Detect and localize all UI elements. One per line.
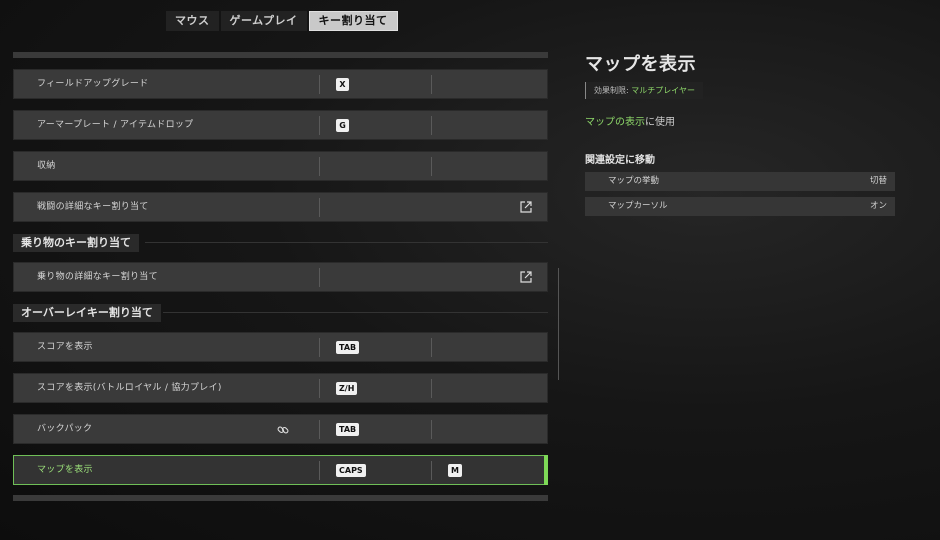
section-header-vehicle: 乗り物のキー割り当て bbox=[13, 234, 139, 252]
divider bbox=[431, 420, 432, 439]
list-top-edge bbox=[13, 52, 548, 58]
tab-bar: マウス ゲームプレイ キー割り当て bbox=[166, 11, 398, 31]
row-vehicle-detailed[interactable]: 乗り物の詳細なキー割り当て bbox=[13, 262, 548, 292]
selection-indicator bbox=[544, 455, 548, 485]
row-armor-plate[interactable]: アーマープレート / アイテムドロップ G bbox=[13, 110, 548, 140]
scrollbar[interactable] bbox=[558, 268, 559, 380]
row-label: フィールドアップグレード bbox=[37, 79, 149, 89]
divider bbox=[319, 268, 320, 287]
primary-key-slot[interactable]: CAPS bbox=[336, 464, 366, 477]
related-setting-map-behavior[interactable]: マップの挙動 切替 bbox=[585, 172, 895, 191]
row-label: 収納 bbox=[37, 161, 56, 171]
divider bbox=[431, 157, 432, 176]
usage-suffix: に使用 bbox=[645, 117, 675, 128]
divider bbox=[319, 420, 320, 439]
primary-key-slot[interactable]: Z/H bbox=[336, 382, 358, 395]
primary-key-slot[interactable]: TAB bbox=[336, 341, 360, 354]
divider bbox=[319, 198, 320, 217]
row-stow[interactable]: 収納 bbox=[13, 151, 548, 181]
row-field-upgrade[interactable]: フィールドアップグレード X bbox=[13, 69, 548, 99]
link-icon bbox=[277, 426, 289, 434]
effect-restriction-badge: 効果制限: マルチプレイヤー bbox=[585, 82, 704, 99]
divider bbox=[431, 75, 432, 94]
row-label: スコアを表示 bbox=[37, 342, 93, 352]
detail-panel: マップを表示 効果制限: マルチプレイヤー マップの表示に使用 関連設定に移動 … bbox=[585, 50, 895, 216]
section-divider bbox=[145, 242, 548, 243]
row-label: バックパック bbox=[37, 424, 93, 434]
related-setting-value: 切替 bbox=[869, 176, 887, 186]
related-setting-name: マップの挙動 bbox=[608, 176, 660, 186]
usage-description: マップの表示に使用 bbox=[585, 113, 895, 128]
divider bbox=[319, 379, 320, 398]
divider bbox=[431, 116, 432, 135]
external-link-icon[interactable] bbox=[520, 201, 532, 213]
divider bbox=[319, 338, 320, 357]
row-show-score-br[interactable]: スコアを表示(バトルロイヤル / 協力プレイ) Z/H bbox=[13, 373, 548, 403]
list-bottom-edge bbox=[13, 495, 548, 501]
row-backpack[interactable]: バックパック TAB bbox=[13, 414, 548, 444]
divider bbox=[319, 116, 320, 135]
divider bbox=[319, 461, 320, 480]
related-settings-title: 関連設定に移動 bbox=[585, 155, 655, 166]
tab-keybinds[interactable]: キー割り当て bbox=[308, 11, 398, 31]
row-show-score[interactable]: スコアを表示 TAB bbox=[13, 332, 548, 362]
row-combat-detailed[interactable]: 戦闘の詳細なキー割り当て bbox=[13, 192, 548, 222]
section-header-overlay: オーバーレイキー割り当て bbox=[13, 304, 161, 322]
divider bbox=[319, 75, 320, 94]
primary-key-slot[interactable]: X bbox=[336, 78, 349, 91]
divider bbox=[431, 461, 432, 480]
row-label: アーマープレート / アイテムドロップ bbox=[37, 120, 194, 130]
divider bbox=[431, 379, 432, 398]
external-link-icon[interactable] bbox=[520, 271, 532, 283]
related-setting-value: オン bbox=[869, 201, 887, 211]
row-label: 乗り物の詳細なキー割り当て bbox=[37, 272, 158, 282]
row-show-map[interactable]: マップを表示 CAPS M bbox=[13, 455, 548, 485]
divider bbox=[431, 338, 432, 357]
section-divider bbox=[163, 312, 548, 313]
related-setting-map-cursor[interactable]: マップカーソル オン bbox=[585, 197, 895, 216]
tab-mouse[interactable]: マウス bbox=[166, 11, 219, 31]
related-setting-name: マップカーソル bbox=[608, 201, 668, 211]
row-label: マップを表示 bbox=[37, 465, 93, 475]
detail-title: マップを表示 bbox=[585, 54, 696, 75]
primary-key-slot[interactable]: G bbox=[336, 119, 349, 132]
primary-key-slot[interactable]: TAB bbox=[336, 423, 360, 436]
tab-gameplay[interactable]: ゲームプレイ bbox=[220, 11, 307, 31]
effect-value: マルチプレイヤー bbox=[631, 86, 696, 95]
row-label: 戦闘の詳細なキー割り当て bbox=[37, 202, 149, 212]
effect-label: 効果制限: bbox=[594, 86, 632, 95]
row-label: スコアを表示(バトルロイヤル / 協力プレイ) bbox=[37, 383, 222, 393]
usage-highlight: マップの表示 bbox=[585, 117, 645, 128]
secondary-key-slot[interactable]: M bbox=[448, 464, 462, 477]
divider bbox=[319, 157, 320, 176]
